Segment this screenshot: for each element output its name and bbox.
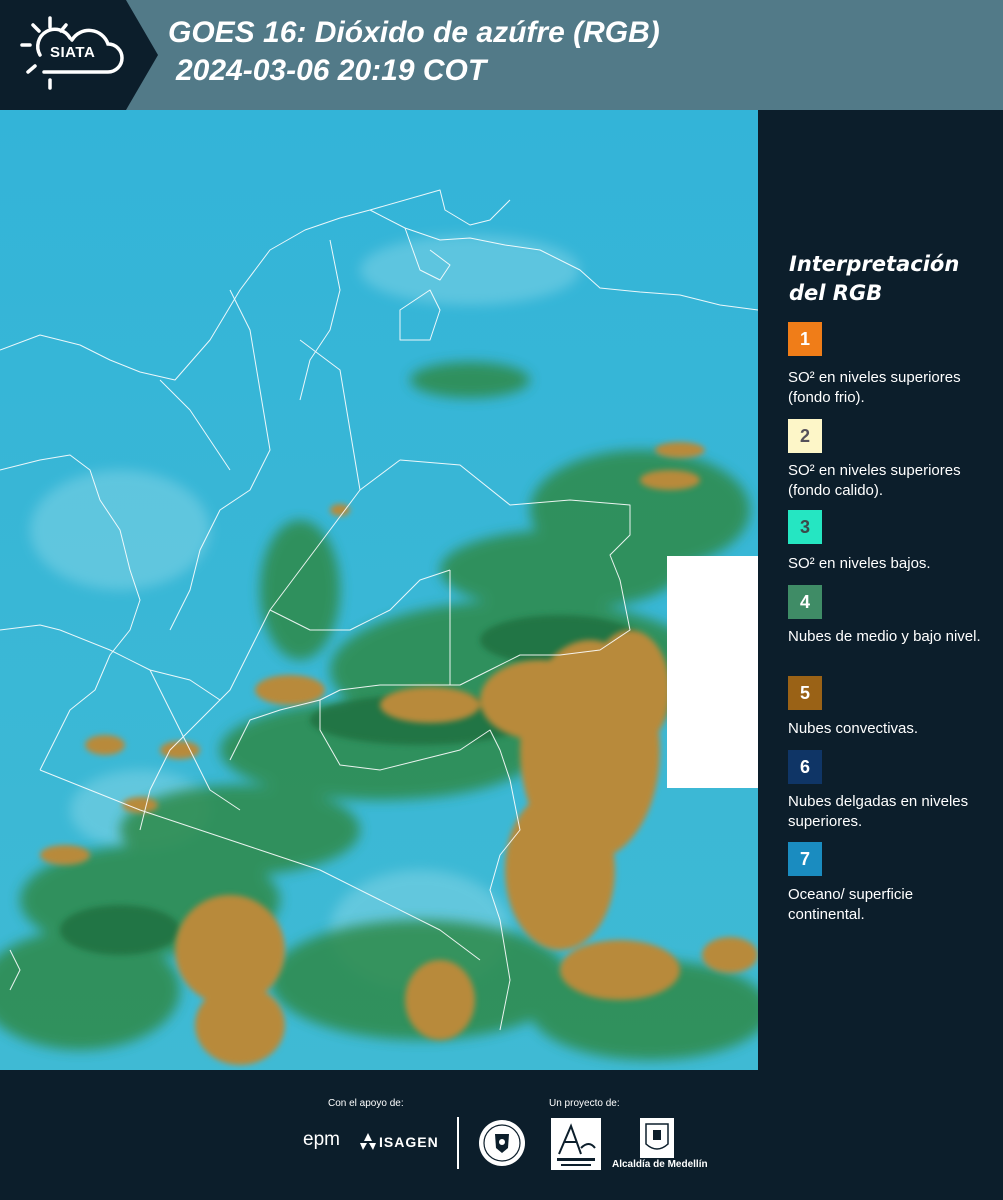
legend-panel: Interpretación del RGB 1 SO² en niveles …: [758, 110, 1003, 1070]
footer-divider: [457, 1117, 459, 1169]
page-timestamp: 2024-03-06 20:19 COT: [176, 54, 487, 87]
legend-swatch-3: 3: [788, 510, 822, 544]
university-seal-icon: [479, 1120, 525, 1166]
legend-label-2: SO² en niveles superiores (fondo calido)…: [788, 462, 961, 499]
area-metropolitana-logo: [551, 1118, 601, 1170]
legend-label-6: Nubes delgadas en niveles superiores.: [788, 793, 969, 830]
legend-label-1: SO² en niveles superiores (fondo frio).: [788, 369, 961, 406]
legend-swatch-2: 2: [788, 419, 822, 453]
alcaldia-medellin-label: Alcaldía de Medellín: [612, 1159, 708, 1170]
isagen-logo-icon: [360, 1133, 376, 1150]
legend-swatch-5: 5: [788, 676, 822, 710]
satellite-imagery: [0, 110, 758, 1070]
legend-title: Interpretación del RGB: [789, 252, 960, 305]
page-title: GOES 16: Dióxido de azúfre (RGB): [168, 16, 660, 49]
project-label: Un proyecto de:: [549, 1098, 620, 1109]
siata-logo-text: SIATA: [50, 44, 96, 61]
isagen-logo-text: ISAGEN: [379, 1134, 439, 1150]
legend-swatch-1: 1: [788, 322, 822, 356]
no-data-block: [667, 556, 758, 788]
alcaldia-medellin-crest-icon: [640, 1118, 674, 1158]
legend-label-5: Nubes convectivas.: [788, 720, 919, 737]
legend-swatch-7: 7: [788, 842, 822, 876]
support-label: Con el apoyo de:: [328, 1098, 404, 1109]
footer-bar: Con el apoyo de: Un proyecto de: epm ISA…: [0, 1070, 1003, 1200]
legend-label-3: SO² en niveles bajos.: [788, 555, 931, 572]
legend-label-4: Nubes de medio y bajo nivel.: [788, 628, 981, 645]
legend-swatch-6: 6: [788, 750, 822, 784]
epm-logo: epm: [303, 1129, 340, 1150]
header-bar: SIATA GOES 16: Dióxido de azúfre (RGB) 2…: [0, 0, 1003, 110]
legend-swatch-4: 4: [788, 585, 822, 619]
satellite-map[interactable]: [0, 110, 758, 1070]
legend-label-7: Oceano/ superficie continental.: [788, 886, 914, 923]
